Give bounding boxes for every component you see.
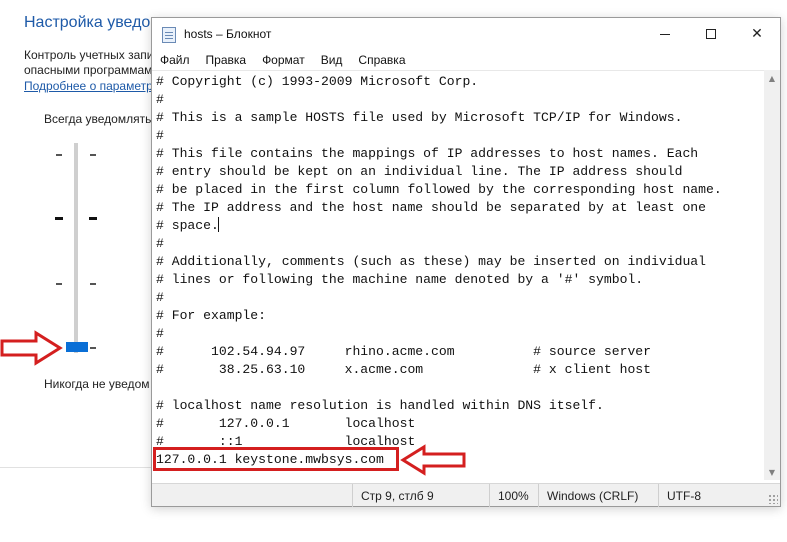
text-line: # localhost name resolution is handled w… bbox=[156, 398, 604, 413]
text-line: # bbox=[156, 326, 164, 341]
notepad-title-bar[interactable]: hosts – Блокнот ✕ bbox=[152, 18, 780, 50]
slider-top-label: Всегда уведомлять bbox=[44, 112, 152, 126]
slider-tick bbox=[90, 154, 96, 156]
text-line: # bbox=[156, 236, 164, 251]
uac-description-line: опасными программам bbox=[24, 63, 153, 77]
close-icon: ✕ bbox=[751, 26, 763, 42]
text-content: # Copyright (c) 1993-2009 Microsoft Corp… bbox=[156, 73, 722, 469]
status-bar: Стр 9, стлб 9 100% Windows (CRLF) UTF-8 bbox=[152, 483, 780, 507]
text-line: # space. bbox=[156, 218, 219, 233]
slider-tick bbox=[55, 217, 63, 220]
uac-description: Контроль учетных запи опасными программа… bbox=[24, 48, 153, 78]
maximize-button[interactable] bbox=[688, 18, 734, 50]
menu-bar: Файл Правка Формат Вид Справка bbox=[152, 50, 780, 70]
scroll-down-icon[interactable]: ▼ bbox=[764, 464, 780, 480]
resize-grip-icon[interactable] bbox=[768, 494, 778, 504]
text-line: # This file contains the mappings of IP … bbox=[156, 146, 699, 161]
screenshot-stage: Настройка уведомл Контроль учетных запи … bbox=[0, 0, 787, 542]
text-line: # bbox=[156, 290, 164, 305]
slider-tick bbox=[90, 283, 96, 285]
text-line: # bbox=[156, 128, 164, 143]
red-arrow-icon bbox=[0, 330, 63, 366]
divider bbox=[0, 467, 152, 468]
notepad-window[interactable]: hosts – Блокнот ✕ Файл Правка Формат Вид… bbox=[151, 17, 781, 507]
uac-settings-title: Настройка уведомл bbox=[24, 14, 171, 31]
scroll-up-icon[interactable]: ▲ bbox=[764, 70, 780, 86]
maximize-icon bbox=[706, 29, 716, 39]
status-encoding: UTF-8 bbox=[658, 484, 768, 507]
status-cursor-position: Стр 9, стлб 9 bbox=[352, 484, 489, 507]
text-editor-area[interactable]: # Copyright (c) 1993-2009 Microsoft Corp… bbox=[152, 70, 764, 480]
slider-tick bbox=[89, 217, 97, 220]
text-line: # This is a sample HOSTS file used by Mi… bbox=[156, 110, 683, 125]
text-line: # 38.25.63.10 x.acme.com # x client host bbox=[156, 362, 652, 377]
text-line: # For example: bbox=[156, 308, 267, 323]
uac-description-line: Контроль учетных запи bbox=[24, 48, 154, 62]
text-line: # 127.0.0.1 localhost bbox=[156, 416, 416, 431]
text-line: # entry should be kept on an individual … bbox=[156, 164, 683, 179]
text-line: # lines or following the machine name de… bbox=[156, 272, 644, 287]
menu-file[interactable]: Файл bbox=[158, 53, 192, 67]
slider-tick bbox=[56, 283, 62, 285]
text-line: # Copyright (c) 1993-2009 Microsoft Corp… bbox=[156, 74, 479, 89]
menu-help[interactable]: Справка bbox=[356, 53, 407, 67]
menu-view[interactable]: Вид bbox=[319, 53, 345, 67]
slider-tick bbox=[90, 347, 96, 349]
text-line: # 102.54.94.97 rhino.acme.com # source s… bbox=[156, 344, 652, 359]
uac-more-info-link[interactable]: Подробнее о параметр bbox=[24, 79, 153, 93]
uac-slider-thumb[interactable] bbox=[66, 342, 88, 352]
close-button[interactable]: ✕ bbox=[734, 18, 780, 50]
notepad-icon bbox=[162, 27, 176, 43]
slider-tick bbox=[56, 154, 62, 156]
window-title: hosts – Блокнот bbox=[184, 27, 272, 41]
red-arrow-icon bbox=[400, 444, 466, 476]
highlight-box bbox=[153, 447, 399, 471]
text-line: # be placed in the first column followed… bbox=[156, 182, 722, 197]
uac-slider-track[interactable] bbox=[74, 143, 78, 353]
vertical-scrollbar[interactable]: ▲ ▼ bbox=[764, 70, 780, 480]
status-zoom: 100% bbox=[489, 484, 538, 507]
minimize-button[interactable] bbox=[642, 18, 688, 50]
text-line: # The IP address and the host name shoul… bbox=[156, 200, 707, 215]
menu-format[interactable]: Формат bbox=[260, 53, 307, 67]
status-line-endings: Windows (CRLF) bbox=[538, 484, 658, 507]
text-line bbox=[156, 379, 722, 397]
minimize-icon bbox=[660, 33, 670, 35]
menu-edit[interactable]: Правка bbox=[204, 53, 249, 67]
text-line: # Additionally, comments (such as these)… bbox=[156, 254, 707, 269]
slider-bottom-label: Никогда не уведом bbox=[44, 377, 150, 391]
text-line: # bbox=[156, 92, 164, 107]
text-caret bbox=[218, 217, 219, 232]
